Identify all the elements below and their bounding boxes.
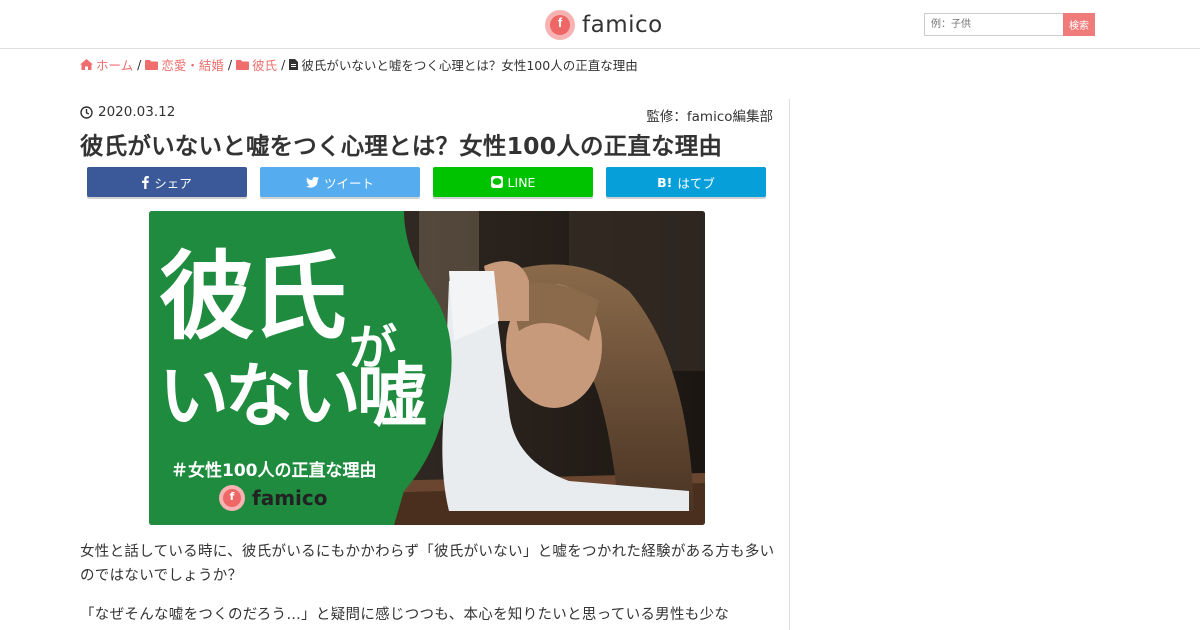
breadcrumb-category-boyfriend[interactable]: 彼氏 [236, 55, 277, 74]
hero-subtitle: ＃女性100人の正直な理由 [171, 461, 377, 481]
hero-logo-text: famico [252, 486, 328, 510]
article-paragraph-2: 「なぜそんな嘘をつくのだろう…」と疑問に感じつつも、本心を知りたいと思っている男… [80, 607, 730, 623]
twitter-share-label: ツイート [323, 175, 374, 191]
file-icon [289, 59, 299, 70]
breadcrumb-category-boyfriend-label: 彼氏 [252, 58, 278, 73]
search-input[interactable] [924, 13, 1063, 36]
supervisor-credit: 監修：famico編集部 [646, 109, 773, 125]
hatena-bookmark-button[interactable]: B! はてブ [606, 167, 766, 197]
line-icon [490, 176, 503, 188]
facebook-icon [142, 175, 150, 189]
hatena-icon: B! [657, 174, 673, 190]
breadcrumb-category-love-label: 恋愛・結婚 [161, 58, 224, 73]
search-button[interactable]: 検索 [1063, 13, 1095, 36]
site-logo[interactable]: f famico [545, 9, 663, 41]
home-icon [80, 59, 93, 70]
hatena-share-label: はてブ [677, 175, 715, 191]
twitter-share-button[interactable]: ツイート [260, 167, 420, 197]
breadcrumb-separator: / [137, 57, 142, 72]
article-paragraph-1: 女性と話している時に、彼氏がいるにもかかわらず「彼氏がいない」と嘘をつかれた経験… [80, 544, 775, 584]
search-form: 検索 [924, 13, 1095, 36]
folder-icon [236, 59, 250, 70]
article-title: 彼氏がいないと嘘をつく心理とは？女性100人の正直な理由 [80, 132, 723, 160]
breadcrumb-home-label: ホーム [96, 58, 134, 73]
logo-text: famico [582, 12, 663, 38]
hero-logo-mark-icon: f [219, 485, 245, 511]
hero-headline-line2: いない嘘 [159, 355, 427, 437]
breadcrumb-separator: / [227, 57, 233, 72]
post-date-text: 2020.03.12 [98, 104, 176, 120]
folder-icon [145, 59, 159, 70]
facebook-share-button[interactable]: シェア [87, 167, 247, 197]
post-date: 2020.03.12 [80, 104, 175, 120]
site-header: f famico 検索 [0, 0, 1200, 49]
share-buttons: シェア ツイート LINE B! はてブ [87, 167, 766, 197]
breadcrumb-current-label: 彼氏がいないと嘘をつく心理とは？女性100人の正直な理由 [301, 58, 638, 73]
line-share-button[interactable]: LINE [433, 167, 593, 197]
hero-headline-line1: 彼氏 [159, 241, 347, 353]
breadcrumb: ホーム / 恋愛・結婚 / 彼氏 / 彼氏がいないと嘘をつく心理とは？女性100… [80, 55, 638, 74]
breadcrumb-separator: / [281, 57, 286, 72]
clock-icon [80, 105, 93, 119]
article-hero-image: 彼氏 が いない嘘 ＃女性100人の正直な理由 f famico [149, 211, 705, 525]
twitter-icon [305, 176, 319, 188]
facebook-share-label: シェア [154, 175, 192, 191]
hero-logo: f famico [219, 485, 328, 511]
logo-mark-icon: f [545, 10, 575, 40]
breadcrumb-home[interactable]: ホーム [80, 55, 133, 74]
content-divider [789, 99, 790, 630]
breadcrumb-current: 彼氏がいないと嘘をつく心理とは？女性100人の正直な理由 [289, 55, 638, 74]
line-share-label: LINE [507, 174, 536, 190]
breadcrumb-category-love[interactable]: 恋愛・結婚 [145, 55, 224, 74]
